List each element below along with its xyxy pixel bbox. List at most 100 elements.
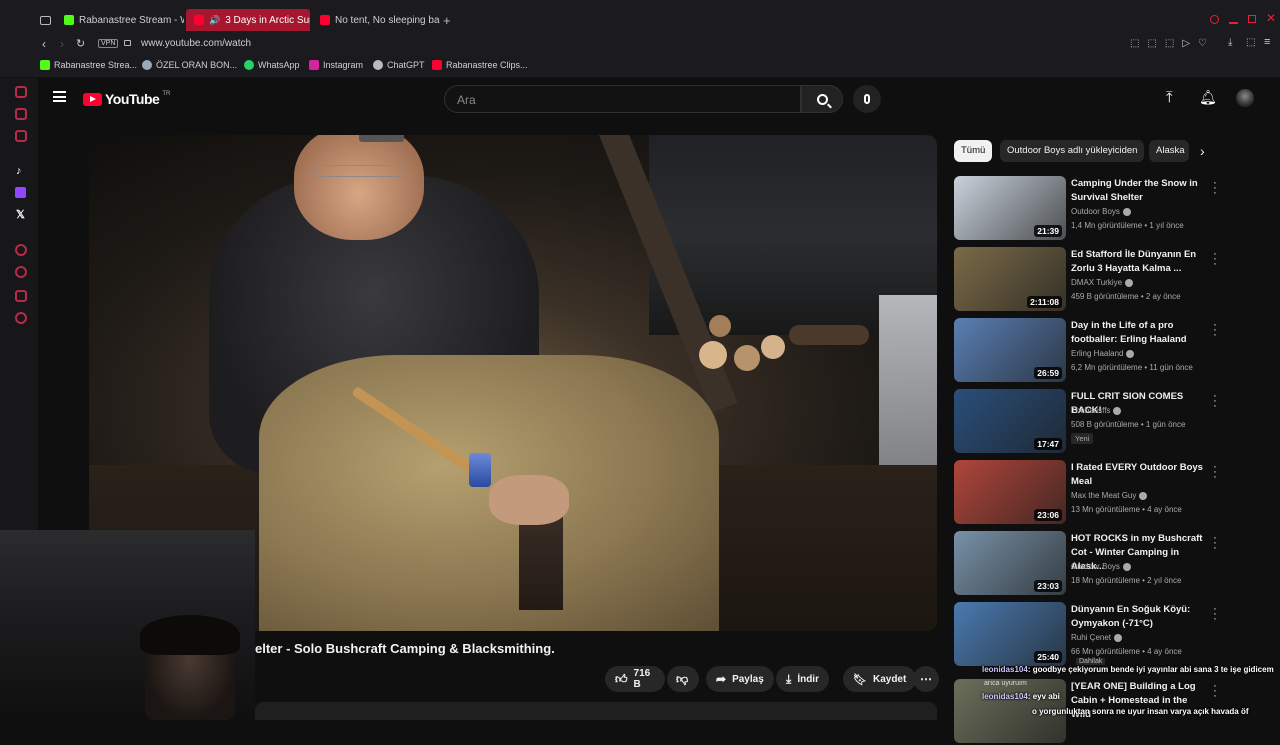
bookmark-chatgpt[interactable]: ChatGPT bbox=[373, 60, 425, 70]
search-tabs-icon[interactable] bbox=[1210, 15, 1219, 24]
channel-name[interactable]: Ruhi Çenet bbox=[1071, 633, 1123, 642]
twitch-icon[interactable] bbox=[15, 187, 26, 198]
more-options-icon[interactable]: · · · bbox=[1212, 604, 1218, 625]
video-thumbnail[interactable]: 21:39 bbox=[954, 176, 1066, 240]
upload-icon[interactable]: ⤒ bbox=[1166, 89, 1173, 106]
voice-search-button[interactable] bbox=[853, 85, 881, 113]
aria-icon[interactable] bbox=[15, 86, 27, 98]
save-label: Kaydet bbox=[872, 673, 907, 685]
bookmark-rabanastree-stream[interactable]: Rabanastree Strea... bbox=[40, 60, 137, 70]
recommendation-card[interactable]: 2:11:08 Ed Stafford İle Dünyanın En Zorlu… bbox=[954, 247, 1224, 313]
back-icon[interactable]: ‹ bbox=[42, 37, 46, 51]
url-text[interactable]: www.youtube.com/watch bbox=[141, 38, 251, 49]
new-tab-button[interactable]: + bbox=[443, 13, 451, 28]
hamburger-menu-icon[interactable] bbox=[53, 91, 66, 102]
bookmark-ozel-oran[interactable]: ÖZEL ORAN BON... bbox=[142, 60, 237, 70]
clock-icon[interactable] bbox=[15, 266, 27, 278]
description-box[interactable] bbox=[255, 702, 937, 720]
log-pile bbox=[689, 305, 879, 385]
video-thumbnail[interactable]: 23:03 bbox=[954, 531, 1066, 595]
recommendation-title[interactable]: Day in the Life of a pro footballer: Erl… bbox=[1071, 319, 1207, 347]
search-button[interactable] bbox=[801, 85, 843, 113]
minimize-button[interactable] bbox=[1229, 22, 1238, 24]
more-options-icon[interactable]: · · · bbox=[1212, 249, 1218, 270]
more-options-icon[interactable]: · · · bbox=[1212, 178, 1218, 199]
settings-icon[interactable] bbox=[15, 312, 27, 324]
recommendation-title[interactable]: Dünyanın En Soğuk Köyü: Oymyakon (-71°C) bbox=[1071, 603, 1207, 631]
chip-all[interactable]: Tümü bbox=[954, 140, 993, 162]
avatar[interactable] bbox=[1236, 89, 1254, 107]
chip-alaska[interactable]: Alaska bbox=[1149, 140, 1189, 162]
close-window-button[interactable]: ✕ bbox=[1266, 11, 1276, 25]
recommendation-card[interactable]: 23:03 HOT ROCKS in my Bushcraft Cot - Win… bbox=[954, 531, 1224, 597]
reload-icon[interactable]: ↻ bbox=[76, 37, 85, 50]
bookmark-label: WhatsApp bbox=[258, 60, 300, 70]
pinboard-icon[interactable] bbox=[15, 290, 27, 302]
like-button[interactable]: 👍︎ 716 B bbox=[605, 666, 665, 692]
tabs-overview-icon[interactable] bbox=[40, 16, 51, 25]
recommendation-card[interactable]: 26:59 Day in the Life of a pro footballer… bbox=[954, 318, 1224, 384]
chips-next-chevron-icon[interactable]: › bbox=[1200, 143, 1205, 159]
search-input[interactable]: Ara bbox=[444, 85, 801, 113]
video-title: elter - Solo Bushcraft Camping & Blacksm… bbox=[255, 641, 555, 656]
verified-badge-icon bbox=[1139, 491, 1148, 500]
chip-from-uploader[interactable]: Outdoor Boys adlı yükleyiciden bbox=[1000, 140, 1145, 162]
bookmark-whatsapp[interactable]: WhatsApp bbox=[244, 60, 300, 70]
download-icon[interactable]: ⤓ bbox=[1228, 37, 1232, 48]
recommendation-title[interactable]: Camping Under the Snow in Survival Shelt… bbox=[1071, 177, 1207, 205]
dislike-button[interactable]: 👎︎ bbox=[667, 666, 699, 692]
recommendation-card[interactable]: 23:06 I Rated EVERY Outdoor Boys Meal Max … bbox=[954, 460, 1224, 526]
music-icon[interactable] bbox=[15, 130, 27, 142]
video-thumbnail[interactable]: 23:06 bbox=[954, 460, 1066, 524]
channel-name[interactable]: Erling Haaland bbox=[1071, 349, 1135, 358]
restore-button[interactable] bbox=[1248, 15, 1256, 23]
channel-name[interactable]: Outdoor Boys bbox=[1071, 207, 1131, 216]
tab-arctic-survival[interactable]: 🔊 3 Days in Arctic Survi bbox=[186, 9, 310, 31]
more-actions-button[interactable]: ⋯ bbox=[913, 666, 939, 692]
channel-name[interactable]: DMAX Turkiye bbox=[1071, 278, 1134, 287]
tab-rabanastree-stream[interactable]: Rabanastree Stream - Wa bbox=[56, 9, 184, 31]
channel-label: Outdoor Boys bbox=[1071, 562, 1120, 571]
history-icon[interactable] bbox=[15, 244, 27, 256]
recommendation-title[interactable]: I Rated EVERY Outdoor Boys Meal bbox=[1071, 461, 1207, 489]
notifications-bell-icon[interactable]: 🔔︎ bbox=[1199, 89, 1217, 106]
forward-icon[interactable]: › bbox=[60, 37, 64, 51]
chat-user: leonidas104 bbox=[982, 665, 1028, 674]
more-options-icon[interactable]: · · · bbox=[1212, 391, 1218, 412]
tiktok-icon[interactable]: ♪ bbox=[16, 165, 22, 177]
recommendation-card[interactable]: 17:47 FULL CRIT SION COMES BACK! Thebausff… bbox=[954, 389, 1224, 455]
share-button[interactable]: ➦ Paylaş bbox=[706, 666, 774, 692]
download-label: İndir bbox=[797, 673, 819, 685]
channel-name[interactable]: Max the Meat Guy bbox=[1071, 491, 1148, 500]
more-options-icon[interactable]: · · · bbox=[1212, 320, 1218, 341]
bookmark-instagram[interactable]: Instagram bbox=[309, 60, 363, 70]
video-thumbnail[interactable]: 2:11:08 bbox=[954, 247, 1066, 311]
menu-icon[interactable]: ≡ bbox=[1264, 36, 1270, 48]
video-thumbnail[interactable]: 17:47 bbox=[954, 389, 1066, 453]
recommendation-card[interactable]: 21:39 Camping Under the Snow in Survival … bbox=[954, 176, 1224, 242]
hand bbox=[489, 475, 569, 525]
messenger-icon[interactable] bbox=[15, 108, 27, 120]
channel-name[interactable]: Thebausffs bbox=[1071, 406, 1122, 415]
extensions-icon[interactable]: ⬚ bbox=[1246, 37, 1255, 48]
more-options-icon[interactable]: · · · bbox=[1212, 533, 1218, 554]
recommendation-title[interactable]: Ed Stafford İle Dünyanın En Zorlu 3 Haya… bbox=[1071, 248, 1207, 276]
video-thumbnail[interactable]: 25:40 bbox=[954, 602, 1066, 666]
tab-label: Rabanastree Stream - Wa bbox=[79, 14, 184, 26]
tab-no-tent[interactable]: No tent, No sleeping bag bbox=[312, 9, 440, 31]
search-icon bbox=[816, 93, 832, 108]
vpn-badge[interactable]: VPN bbox=[98, 39, 119, 48]
bookmark-rabanastree-clips[interactable]: Rabanastree Clips... bbox=[432, 60, 528, 70]
more-options-icon[interactable]: · · · bbox=[1212, 681, 1218, 702]
more-options-icon[interactable]: · · · bbox=[1212, 462, 1218, 483]
globe-favicon-icon bbox=[142, 60, 152, 70]
speaker-icon[interactable]: 🔊 bbox=[209, 15, 220, 26]
x-icon[interactable]: 𝕏 bbox=[16, 208, 25, 221]
chat-message: leonidas104: goodbye çekiyorum bende iyi… bbox=[982, 665, 1274, 674]
video-thumbnail[interactable]: 26:59 bbox=[954, 318, 1066, 382]
download-button[interactable]: ⤓ İndir bbox=[776, 666, 829, 692]
headlamp bbox=[359, 135, 404, 142]
channel-name[interactable]: Outdoor Boys bbox=[1071, 562, 1131, 571]
save-button[interactable]: 🔖︎ Kaydet bbox=[843, 666, 917, 692]
youtube-logo[interactable]: YouTube TR bbox=[83, 91, 170, 107]
